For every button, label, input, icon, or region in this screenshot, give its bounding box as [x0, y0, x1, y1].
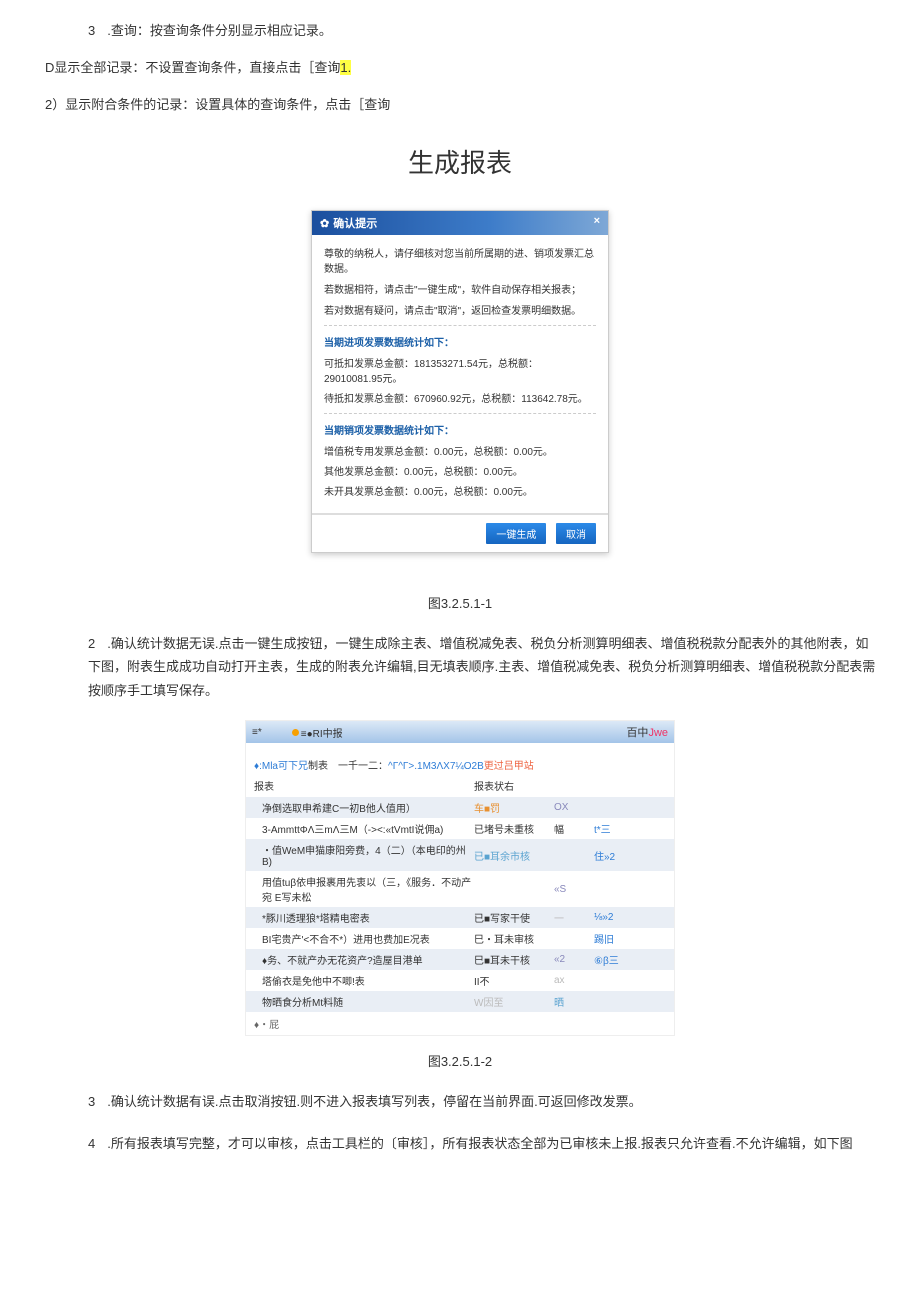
cell-name: 3-AmmttΦΛ三mΛ三M（-><:«tVmtI说佣a): [262, 821, 474, 836]
table-row[interactable]: 净倒选取申希建C一初B他人值用）车■罚OX: [246, 797, 674, 818]
table-header-bar: ≡* ≡●RI中报 百中Jwe: [246, 721, 674, 743]
para-text: .所有报表填写完整，才可以审核，点击工具栏的〔审核］，所有报表状态全部为已审核未…: [107, 1136, 852, 1151]
cell-col4: ⅛»2: [594, 912, 644, 923]
para-number: 3: [88, 1094, 95, 1109]
table-row[interactable]: ・值WeM申猫康阳旁费，4（二）（本电印的州B)已■耳余市核 住»2: [246, 839, 674, 871]
para-text: .确认统计数据无误.点击一键生成按钮，一键生成除主表、增值税减免表、税负分析测算…: [88, 636, 875, 698]
cell-status: II不: [474, 973, 554, 988]
highlight: 1.: [340, 60, 351, 75]
cell-col4: ⑥β三: [594, 952, 644, 967]
cell-col3: «2: [554, 954, 594, 965]
dialog-body: 尊敬的纳税人，请仔细核对您当前所属期的进、销项发票汇总数据。 若数据相符，请点击…: [312, 235, 608, 513]
header-left: ≡*: [252, 727, 262, 738]
cell-col3: «S: [554, 884, 594, 895]
intro-line: 若数据相符，请点击"一键生成"，软件自动保存相关报表；: [324, 281, 596, 296]
paragraph-2: 2.确认统计数据无误.点击一键生成按钮，一键生成除主表、增值税减免表、税负分析测…: [88, 632, 880, 702]
cell-status: W因至: [474, 994, 554, 1009]
paragraph-3: 3 .确认统计数据有误.点击取消按钮.则不进入报表填写列表，停留在当前界面.可返回…: [88, 1090, 880, 1113]
dialog-section-in: 当期进项发票数据统计如下： 可抵扣发票总金额：181353271.54元，总税额…: [324, 325, 596, 405]
table-row[interactable]: 塔偷衣是免他中不唧!表II不ax: [246, 970, 674, 991]
sub-d: 更过吕甲站: [484, 761, 534, 772]
cell-status: 巳・耳未审核: [474, 931, 554, 946]
data-line: 增值税专用发票总金额：0.00元，总税额：0.00元。: [324, 443, 596, 458]
table-row[interactable]: BI宅贵产'<不合不*）进用也费加E况表巳・耳未审核 踢旧: [246, 928, 674, 949]
data-line: 未开具发票总金额：0.00元，总税额：0.00元。: [324, 483, 596, 498]
table-rows: 净倒选取申希建C一初B他人值用）车■罚OX3-AmmttΦΛ三mΛ三M（-><:…: [246, 797, 674, 1012]
confirm-dialog: ✿确认提示 × 尊敬的纳税人，请仔细核对您当前所属期的进、销项发票汇总数据。 若…: [311, 210, 609, 553]
text: D显示全部记录：不设置查询条件，直接点击［查询: [45, 60, 340, 75]
intro-line: 若对数据有疑问，请点击"取消"，返回检查发票明细数据。: [324, 302, 596, 317]
table-row[interactable]: 3-AmmttΦΛ三mΛ三M（-><:«tVmtI说佣a)已堵号未重核幅t*三: [246, 818, 674, 839]
dot-icon: [292, 729, 299, 736]
para-text: .确认统计数据有误.点击取消按钮.则不进入报表填写列表，停留在当前界面.可返回修…: [107, 1094, 641, 1109]
cell-col3: 一: [554, 910, 594, 925]
cell-col3: 晒: [554, 994, 594, 1009]
table-row[interactable]: 物晒食分析Mt料随W因至晒: [246, 991, 674, 1012]
cancel-button[interactable]: 取消: [556, 523, 596, 544]
cell-name: 塔偷衣是免他中不唧!表: [262, 973, 474, 988]
cell-status: 已■耳余市核: [474, 848, 554, 863]
gear-icon: ✿: [320, 218, 329, 230]
para-number: 4: [88, 1136, 95, 1151]
sub-item-d: D显示全部记录：不设置查询条件，直接点击［查询1.: [45, 57, 920, 76]
sub-a: ♦:Mla可下兄: [254, 761, 308, 772]
dialog-intro: 尊敬的纳税人，请仔细核对您当前所属期的进、销项发票汇总数据。 若数据相符，请点击…: [324, 245, 596, 317]
data-line: 可抵扣发票总金额：181353271.54元，总税额：29010081.95元。: [324, 355, 596, 385]
cell-name: 用值tuβ依申报裹用先衷以（三，《服务．不动产宛 E写未松: [262, 874, 474, 904]
cell-col3: ax: [554, 975, 594, 986]
cell-status: 已■写家干使: [474, 910, 554, 925]
text: 2）显示附合条件的记录：设置具体的查询条件，点击［查询: [45, 97, 390, 112]
cell-col4: 住»2: [594, 848, 644, 863]
report-table: ≡* ≡●RI中报 百中Jwe ♦:Mla可下兄制表 一千一二：^Γ^Γ>.1M…: [245, 720, 675, 1036]
figure-caption-2: 图3.2.5.1-2: [0, 1051, 920, 1070]
table-subheader: ♦:Mla可下兄制表 一千一二：^Γ^Γ>.1M3ΛX7¼O2B更过吕甲站: [246, 743, 674, 774]
cell-col4: 踢旧: [594, 931, 644, 946]
section-heading: 当期进项发票数据统计如下：: [324, 334, 596, 349]
item-number: 3: [88, 23, 95, 38]
cell-name: 净倒选取申希建C一初B他人值用）: [262, 800, 474, 815]
table-row[interactable]: ♦务、不就产办无花资产?造屋目港单巳■耳未干核«2⑥β三: [246, 949, 674, 970]
item-text: .查询：按查询条件分别显示相应记录。: [107, 23, 332, 38]
cell-status: 车■罚: [474, 800, 554, 815]
header-right: 百中Jwe: [626, 724, 668, 740]
sub-c: ^Γ^Γ>.1M3ΛX7¼O2B: [388, 761, 484, 772]
dialog-section-out: 当期销项发票数据统计如下： 增值税专用发票总金额：0.00元，总税额：0.00元…: [324, 413, 596, 498]
col-status: 报表状右: [474, 778, 554, 793]
section-title-generate: 生成报表: [0, 143, 920, 180]
intro-line: 尊敬的纳税人，请仔细核对您当前所属期的进、销项发票汇总数据。: [324, 245, 596, 275]
cell-name: ♦务、不就产办无花资产?造屋目港单: [262, 952, 474, 967]
header-mid: ≡●RI中报: [301, 725, 343, 740]
data-line: 其他发票总金额：0.00元，总税额：0.00元。: [324, 463, 596, 478]
cell-col4: t*三: [594, 821, 644, 836]
table-row[interactable]: 用值tuβ依申报裹用先衷以（三，《服务．不动产宛 E写未松 «S: [246, 871, 674, 907]
dialog-footer: 一键生成 取消: [312, 513, 608, 552]
dialog-header: ✿确认提示 ×: [312, 211, 608, 235]
cell-col3: OX: [554, 802, 594, 813]
generate-button[interactable]: 一键生成: [486, 523, 546, 544]
cell-name: *豚川透理狼*塔精电密表: [262, 910, 474, 925]
sub-item-2: 2）显示附合条件的记录：设置具体的查询条件，点击［查询: [45, 94, 920, 113]
table-row[interactable]: *豚川透理狼*塔精电密表已■写家干使一⅛»2: [246, 907, 674, 928]
section-heading: 当期销项发票数据统计如下：: [324, 422, 596, 437]
cell-name: ・值WeM申猫康阳旁费，4（二）（本电印的州B): [262, 842, 474, 868]
cell-status: 已堵号未重核: [474, 821, 554, 836]
list-item-3: 3 .查询：按查询条件分别显示相应记录。: [88, 20, 880, 39]
sub-b: 制表 一千一二：: [308, 761, 388, 772]
para-number: 2: [88, 636, 95, 651]
table-footer: ♦・屁: [246, 1012, 674, 1035]
table-column-headers: 报表 报表状右: [246, 774, 674, 797]
close-icon[interactable]: ×: [594, 215, 600, 231]
cell-col3: 幅: [554, 821, 594, 836]
col-name: 报表: [254, 778, 474, 793]
dialog-title: ✿确认提示: [320, 215, 377, 231]
cell-status: 巳■耳未干核: [474, 952, 554, 967]
cell-name: 物晒食分析Mt料随: [262, 994, 474, 1009]
data-line: 待抵扣发票总金额：670960.92元，总税额：113642.78元。: [324, 390, 596, 405]
paragraph-4: 4 .所有报表填写完整，才可以审核，点击工具栏的〔审核］，所有报表状态全部为已审核…: [88, 1132, 880, 1155]
figure-caption-1: 图3.2.5.1-1: [0, 593, 920, 612]
cell-name: BI宅贵产'<不合不*）进用也费加E况表: [262, 931, 474, 946]
